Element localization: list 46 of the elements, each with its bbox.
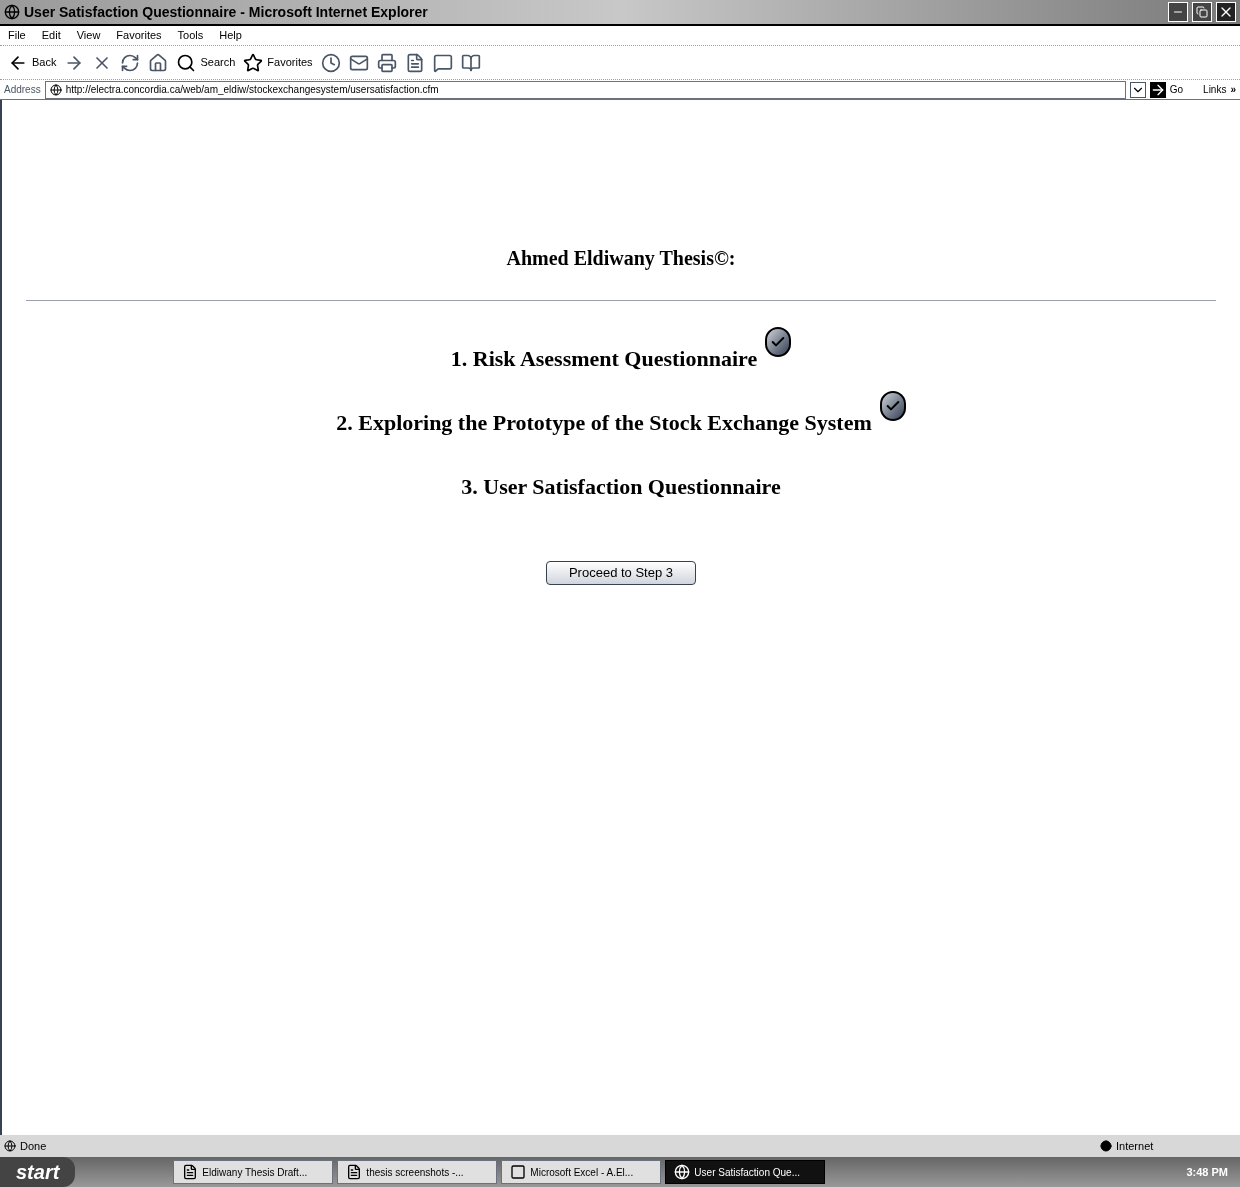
address-label: Address [4, 83, 41, 97]
chat-icon[interactable] [432, 52, 453, 73]
go-button[interactable]: Go [1149, 81, 1184, 98]
status-text: Done [20, 1138, 48, 1154]
page-heading: Ahmed Eldiwany Thesis©: [506, 246, 736, 272]
step-title: 2. Exploring the Prototype of the Stock Exchange System [336, 409, 872, 437]
step-title: 1. Risk Asessment Questionnaire [450, 345, 758, 373]
refresh-icon[interactable] [120, 52, 141, 73]
chevron-text[interactable]: » [1230, 82, 1236, 97]
toolbar-button[interactable]: Back [8, 52, 57, 73]
menu-item[interactable]: Help [219, 27, 242, 44]
minimize-button[interactable] [1168, 2, 1188, 22]
menu-item[interactable]: Edit [41, 27, 61, 44]
taskbar-item[interactable]: Microsoft Excel - A.El... [501, 1160, 662, 1184]
book-icon[interactable] [460, 52, 481, 73]
star-icon [243, 52, 264, 73]
clock-icon[interactable] [320, 52, 341, 73]
document-icon [346, 1164, 363, 1180]
taskbar-item[interactable]: thesis screenshots -... [337, 1160, 498, 1184]
zone-text: Internet [1116, 1138, 1155, 1154]
printer-icon[interactable] [376, 52, 397, 73]
menu-item[interactable]: Tools [177, 27, 204, 44]
links-label[interactable]: Links [1203, 82, 1227, 97]
dropdown-icon[interactable] [1129, 81, 1146, 98]
start-button[interactable]: start [0, 1157, 76, 1187]
proceed-button[interactable]: Proceed to Step 3 [546, 561, 696, 585]
page-icon [4, 1140, 16, 1152]
toolbar-button[interactable]: Favorites [243, 52, 313, 73]
menu-item[interactable]: Favorites [116, 27, 162, 44]
clock-text: 3:48 PM [1185, 1164, 1229, 1180]
close-button[interactable] [1216, 2, 1236, 22]
step-title: 3. User Satisfaction Questionnaire [461, 473, 781, 501]
page-icon [49, 83, 62, 96]
restore-button[interactable] [1192, 2, 1212, 22]
taskbar-item[interactable]: Eldiwany Thesis Draft... [173, 1160, 334, 1184]
menu-item[interactable]: View [76, 27, 101, 44]
taskbar-item[interactable]: User Satisfaction Que... [665, 1160, 826, 1184]
home-icon[interactable] [148, 52, 169, 73]
toolbar-button[interactable]: Search [176, 52, 236, 73]
document-icon [182, 1164, 199, 1180]
restore-icon [1196, 6, 1208, 18]
search-icon [176, 52, 197, 73]
url-text: http://electra.concordia.ca/web/am_eldiw/stockexchangesystem/usersatisfaction.cfm [65, 83, 439, 97]
menu-item[interactable]: File [8, 27, 26, 44]
window-title: User Satisfaction Questionnaire - Microsoft Internet Explorer [24, 2, 429, 22]
address-field[interactable]: http://electra.concordia.ca/web/am_eldiw/stockexchangesystem/usersatisfaction.cfm [44, 80, 1126, 99]
